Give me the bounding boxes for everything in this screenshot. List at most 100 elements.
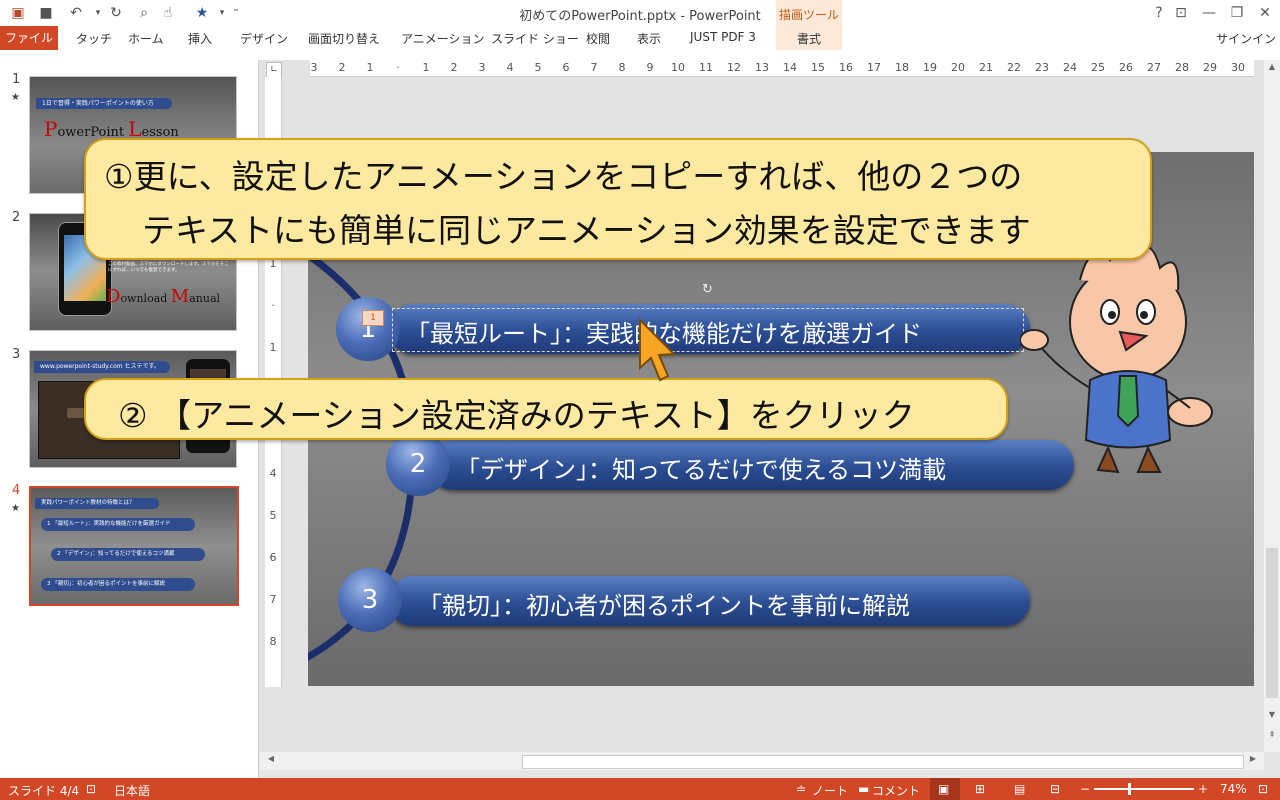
reading-view-icon[interactable]: ▤ — [1014, 782, 1025, 796]
v-ruler-tick: 8 — [269, 635, 277, 648]
thumb1-header: 1日で習得・実践パワーポイントの使い方 — [36, 98, 172, 109]
scroll-right-icon[interactable]: ▶ — [1246, 754, 1260, 768]
v-ruler-tick: · — [271, 299, 275, 312]
thumb-number-1: 1 — [12, 72, 21, 87]
h-ruler-tick: 1 — [366, 61, 374, 74]
thumb4-header: 実践パワーポイント教材の特徴とは？ — [35, 498, 159, 509]
h-ruler-tick: 14 — [783, 61, 797, 74]
callout-2-text: ② 【アニメーション設定済みのテキスト】をクリック — [118, 396, 915, 435]
h-ruler-tick: 4 — [506, 61, 514, 74]
horizontal-ruler: 3 2 1 · 1 2 3 4 5 6 7 8 9 10 11 12 13 14 15 16 17 18 19 20 21 22 2… — [310, 60, 1254, 77]
thumb2-caption: この教材動画、スマホにダウンロードします。スマホをそこにすれば、いつでも復習でき… — [108, 262, 229, 273]
tab-touch[interactable]: タッチ — [76, 30, 112, 47]
tab-transitions[interactable]: 画面切り替え — [308, 30, 380, 47]
text-selection-box[interactable] — [392, 308, 1024, 352]
thumb2-title: Download Manual — [106, 286, 221, 307]
h-ruler-tick: 20 — [951, 61, 965, 74]
title-bar: ▣ ■ ↶ ▾ ↻ ⌕ ☝ ★ ▾ ⁼ 初めてのPowerPoint.pptx … — [0, 0, 1280, 26]
vertical-scroll-thumb[interactable] — [1266, 548, 1278, 698]
h-ruler-tick: 25 — [1091, 61, 1105, 74]
drawing-tools-label: 描画ツール — [778, 8, 839, 22]
v-ruler-tick: 1 — [269, 341, 277, 354]
slide-counter[interactable]: スライド 4/4 — [8, 782, 79, 799]
h-ruler-tick: 15 — [811, 61, 825, 74]
zoom-slider-thumb[interactable] — [1128, 783, 1131, 795]
h-ruler-tick: 7 — [590, 61, 598, 74]
ribbon-tabs: ファイル タッチ ホーム 挿入 デザイン 画面切り替え アニメーション スライド… — [0, 26, 1280, 50]
language-indicator[interactable]: 日本語 — [114, 782, 150, 799]
h-ruler-tick: 13 — [755, 61, 769, 74]
thumb-number-4: 4 — [12, 483, 21, 498]
h-ruler-tick: 17 — [867, 61, 881, 74]
fit-to-window-icon[interactable]: ⊡ — [1258, 782, 1268, 796]
tab-review[interactable]: 校閲 — [586, 30, 610, 47]
comments-button[interactable]: コメント — [872, 782, 920, 799]
slide-sorter-icon[interactable]: ⊞ — [975, 782, 985, 796]
tab-format[interactable]: 書式 — [776, 30, 842, 47]
h-ruler-tick: 19 — [923, 61, 937, 74]
slideshow-icon[interactable]: ⊟ — [1050, 782, 1060, 796]
tab-animations[interactable]: アニメーション — [401, 30, 485, 47]
tab-file[interactable]: ファイル — [0, 26, 58, 50]
h-ruler-tick: 8 — [618, 61, 626, 74]
h-ruler-tick: 16 — [839, 61, 853, 74]
h-ruler-tick: · — [396, 61, 400, 74]
slide-item-1-number: 1 — [336, 297, 400, 361]
h-ruler-tick: 18 — [895, 61, 909, 74]
v-ruler-tick: 7 — [269, 593, 277, 606]
h-ruler-tick: 11 — [699, 61, 713, 74]
callout-1-line1: ①更に、設定したアニメーションをコピーすれば、他の２つの — [104, 157, 1023, 196]
normal-view-icon: ▣ — [938, 782, 950, 796]
zoom-slider[interactable] — [1094, 788, 1194, 790]
tab-view[interactable]: 表示 — [637, 30, 661, 47]
h-ruler-tick: 5 — [534, 61, 542, 74]
scroll-left-icon[interactable]: ◀ — [264, 754, 278, 768]
h-ruler-tick: 30 — [1231, 61, 1245, 74]
h-ruler-tick: 26 — [1119, 61, 1133, 74]
slide-thumbnail-4[interactable]: 実践パワーポイント教材の特徴とは？ 1 「最短ルート」：実践的な機能だけを厳選ガ… — [29, 486, 239, 606]
scroll-up-icon[interactable]: ▲ — [1265, 62, 1279, 76]
v-ruler-tick: 6 — [269, 551, 277, 564]
h-ruler-tick: 9 — [646, 61, 654, 74]
close-button[interactable]: ✕ — [1252, 2, 1278, 24]
notes-icon[interactable]: ≐ — [796, 782, 806, 796]
horizontal-scroll-thumb[interactable] — [522, 755, 1244, 769]
scroll-down-icon[interactable]: ▼ — [1265, 710, 1279, 724]
h-ruler-tick: 29 — [1203, 61, 1217, 74]
tab-just-pdf[interactable]: JUST PDF 3 — [690, 30, 756, 44]
minimize-button[interactable]: — — [1196, 2, 1222, 24]
slide-item-3-text[interactable]: 「親切」：初心者が困るポイントを事前に解説 — [418, 586, 910, 621]
tab-home[interactable]: ホーム — [128, 30, 164, 47]
h-ruler-tick: 2 — [338, 61, 346, 74]
zoom-level[interactable]: 74% — [1220, 782, 1247, 796]
ribbon-display-icon[interactable]: ⊡ — [1168, 2, 1194, 24]
signin-link[interactable]: サインイン — [1216, 30, 1276, 47]
slide-item-2-text[interactable]: 「デザイン」：知ってるだけで使えるコツ満載 — [456, 450, 946, 485]
tab-stop-selector[interactable]: ∟ — [266, 62, 282, 78]
animation-tag[interactable]: 1 — [362, 310, 384, 326]
thumb3-header: www.powerpoint-study.com ヒステです。 — [34, 361, 170, 373]
instruction-callout-1: ①更に、設定したアニメーションをコピーすれば、他の２つの テキストにも簡単に同じ… — [84, 138, 1152, 260]
rotate-handle-icon[interactable]: ↻ — [702, 282, 713, 297]
previous-slide-icon[interactable]: ⇞ — [1265, 730, 1279, 744]
spellcheck-icon[interactable]: ⊡ — [86, 782, 96, 796]
v-ruler-tick: 5 — [269, 509, 277, 522]
slide-item-2-number: 2 — [386, 432, 450, 496]
horizontal-scrollbar[interactable]: ◀ ▶ — [260, 752, 1264, 770]
status-bar: スライド 4/4 ⊡ 日本語 ≐ ノート ▬ コメント ▣ ⊞ ▤ ⊟ − + … — [0, 778, 1280, 800]
notes-button[interactable]: ノート — [812, 782, 848, 799]
vertical-scrollbar[interactable]: ▲ ▼ ⇞ — [1264, 60, 1280, 752]
thumb4-item-2: 2 「デザイン」：知ってるだけで使えるコツ満載 — [51, 548, 205, 561]
zoom-out-icon[interactable]: − — [1080, 782, 1090, 796]
h-ruler-tick: 21 — [979, 61, 993, 74]
maximize-button[interactable]: ❐ — [1224, 2, 1250, 24]
tab-slideshow[interactable]: スライド ショー — [491, 30, 579, 47]
tab-design[interactable]: デザイン — [240, 30, 288, 47]
zoom-in-icon[interactable]: + — [1198, 782, 1208, 796]
thumb-number-3: 3 — [12, 347, 21, 362]
h-ruler-tick: 10 — [671, 61, 685, 74]
h-ruler-tick: 28 — [1175, 61, 1189, 74]
thumb-star-4: ★ — [11, 503, 20, 514]
tab-insert[interactable]: 挿入 — [188, 30, 212, 47]
comments-icon[interactable]: ▬ — [858, 782, 869, 796]
